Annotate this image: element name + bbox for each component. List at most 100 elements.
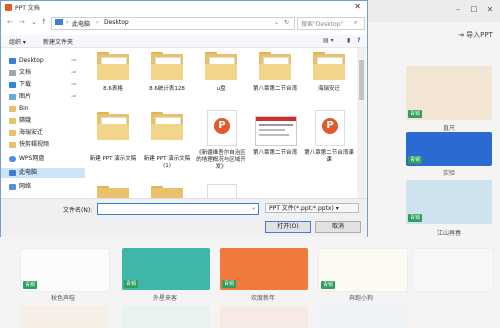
- chevron-down-icon[interactable]: ⌄: [31, 18, 37, 26]
- nav-item-pictures[interactable]: 图片 ⊸: [9, 92, 76, 102]
- nav-item-downloads[interactable]: 下载 ⊸: [9, 80, 76, 90]
- nav-item-documents[interactable]: 文档 ⊸: [9, 68, 76, 78]
- folder-icon: [9, 117, 16, 124]
- file-name[interactable]: 《新疆维吾尔自治区的地理概况与区域开发》: [196, 150, 246, 171]
- breadcrumb-separator: ›: [66, 19, 69, 26]
- minimize-icon[interactable]: –: [452, 4, 464, 16]
- file-name[interactable]: 新建 PPT 演示文稿(1): [142, 156, 192, 170]
- chevron-down-icon[interactable]: ⌄: [274, 19, 279, 26]
- search-input[interactable]: 搜索"Desktop" ⌕: [297, 17, 365, 30]
- file-list: 8.6表格 8.6统计表128 u盘 第八章第二节台湾 海瑞安迁 新建 PPT …: [87, 48, 357, 199]
- import-ppt-button[interactable]: ⇥ 导入PPT: [458, 30, 493, 40]
- cancel-button[interactable]: 取消: [315, 221, 361, 233]
- search-placeholder: 搜索"Desktop": [301, 21, 344, 28]
- folder-icon[interactable]: [97, 52, 129, 82]
- tile-caption: 实验: [442, 170, 455, 177]
- new-folder-button[interactable]: 新建文件夹: [43, 37, 73, 46]
- template-tile[interactable]: [412, 248, 494, 292]
- nav-item-network[interactable]: 网络: [9, 182, 31, 192]
- template-tile[interactable]: [122, 306, 210, 328]
- nav-item-folder[interactable]: 嫦娥: [9, 116, 31, 126]
- pin-icon: ⊸: [71, 69, 77, 76]
- nav-item-bin[interactable]: Bin: [9, 104, 29, 114]
- template-tile[interactable]: 青铜: [406, 132, 492, 166]
- refresh-icon[interactable]: ↻: [284, 19, 289, 26]
- ppt-app-icon: [5, 4, 12, 11]
- badge: 青铜: [408, 156, 422, 164]
- template-tile[interactable]: 青铜: [406, 66, 492, 120]
- nav-item-this-pc[interactable]: 此电脑: [1, 168, 85, 178]
- badge: 青铜: [222, 280, 236, 288]
- search-icon: ⌕: [354, 19, 358, 26]
- file-name[interactable]: u盘: [196, 86, 246, 93]
- ppt-thumbnail[interactable]: [255, 116, 297, 146]
- view-options-icon[interactable]: ▤ ▾: [323, 37, 334, 44]
- chevron-down-icon[interactable]: ⌄: [251, 204, 256, 211]
- nav-item-folder[interactable]: 快剪辑视频: [9, 140, 49, 150]
- ppt-file-icon[interactable]: [207, 184, 237, 199]
- file-name[interactable]: 第八章第二节台湾课课: [304, 150, 354, 164]
- breadcrumb-item[interactable]: 此电脑: [72, 19, 90, 28]
- nav-item-folder[interactable]: 海瑞安迁: [9, 128, 43, 138]
- folder-icon[interactable]: [151, 112, 183, 142]
- nav-item-label: Bin: [19, 105, 29, 112]
- download-icon: [9, 81, 16, 88]
- folder-icon[interactable]: [259, 52, 291, 82]
- filetype-select[interactable]: PPT 文件(*.ppt;*.pptx) ▾: [265, 203, 359, 213]
- open-button[interactable]: 打开(O): [265, 221, 311, 233]
- folder-icon[interactable]: [313, 52, 345, 82]
- nav-item-wps-cloud[interactable]: WPS网盘: [9, 154, 44, 164]
- close-icon[interactable]: ✕: [484, 4, 496, 16]
- pin-icon: ⊸: [71, 57, 77, 64]
- folder-icon[interactable]: [151, 52, 183, 82]
- template-tile[interactable]: 青铜: [406, 180, 492, 224]
- folder-icon[interactable]: [97, 186, 129, 198]
- file-name[interactable]: 8.6表格: [88, 86, 138, 93]
- file-name[interactable]: 新建 PPT 演示文稿: [88, 156, 138, 163]
- preview-pane-icon[interactable]: ▮: [347, 37, 350, 44]
- template-tile[interactable]: 青铜: [220, 248, 308, 290]
- documents-icon: [9, 69, 16, 76]
- close-icon[interactable]: ✕: [354, 2, 361, 11]
- help-icon[interactable]: ?: [357, 37, 360, 44]
- nav-item-label: Desktop: [19, 57, 44, 64]
- dialog-titlebar: PPT 文档 ✕: [1, 1, 367, 15]
- nav-item-desktop[interactable]: Desktop ⊸: [9, 56, 76, 66]
- template-tile[interactable]: [20, 306, 108, 328]
- ppt-file-icon[interactable]: P: [207, 110, 237, 146]
- scrollbar-thumb[interactable]: [359, 60, 364, 100]
- nav-item-label: 网络: [19, 183, 32, 190]
- organize-button[interactable]: 组织 ▾: [9, 37, 26, 46]
- folder-icon[interactable]: [151, 186, 183, 198]
- template-tile[interactable]: [318, 306, 406, 328]
- folder-icon[interactable]: [205, 52, 237, 82]
- ppt-file-icon[interactable]: P: [315, 110, 345, 146]
- filename-input[interactable]: ⌄: [97, 203, 259, 215]
- file-name[interactable]: 第八章第二节台湾: [250, 150, 300, 157]
- template-tile[interactable]: 青铜: [122, 248, 210, 290]
- template-tile[interactable]: 青铜: [20, 248, 110, 292]
- template-tile[interactable]: [220, 306, 308, 328]
- forward-arrow-icon[interactable]: →: [19, 18, 25, 26]
- tile-caption: 奔跑小狗: [348, 295, 373, 302]
- nav-item-label: WPS网盘: [19, 155, 45, 162]
- address-bar[interactable]: › 此电脑 › Desktop ⌄ ↻: [51, 17, 295, 30]
- up-arrow-icon[interactable]: ↑: [41, 18, 47, 26]
- pictures-icon: [9, 93, 16, 100]
- file-name[interactable]: 海瑞安迁: [304, 86, 354, 93]
- tile-caption: 外星来客: [152, 295, 177, 302]
- template-tile[interactable]: 青铜: [318, 248, 408, 292]
- badge: 青铜: [408, 110, 422, 118]
- dialog-title: PPT 文档: [15, 5, 40, 12]
- badge: 青铜: [124, 280, 138, 288]
- folder-icon: [9, 141, 16, 148]
- breadcrumb-item[interactable]: Desktop: [104, 19, 129, 26]
- maximize-icon[interactable]: ☐: [468, 4, 480, 16]
- folder-icon[interactable]: [97, 112, 129, 142]
- file-name[interactable]: 第八章第二节台湾: [250, 86, 300, 93]
- nav-item-label: 嫦娥: [19, 117, 32, 124]
- file-name[interactable]: 8.6统计表128: [142, 86, 192, 93]
- filename-label: 文件名(N):: [63, 207, 93, 214]
- back-arrow-icon[interactable]: ←: [7, 18, 13, 26]
- vertical-scrollbar[interactable]: [357, 48, 366, 198]
